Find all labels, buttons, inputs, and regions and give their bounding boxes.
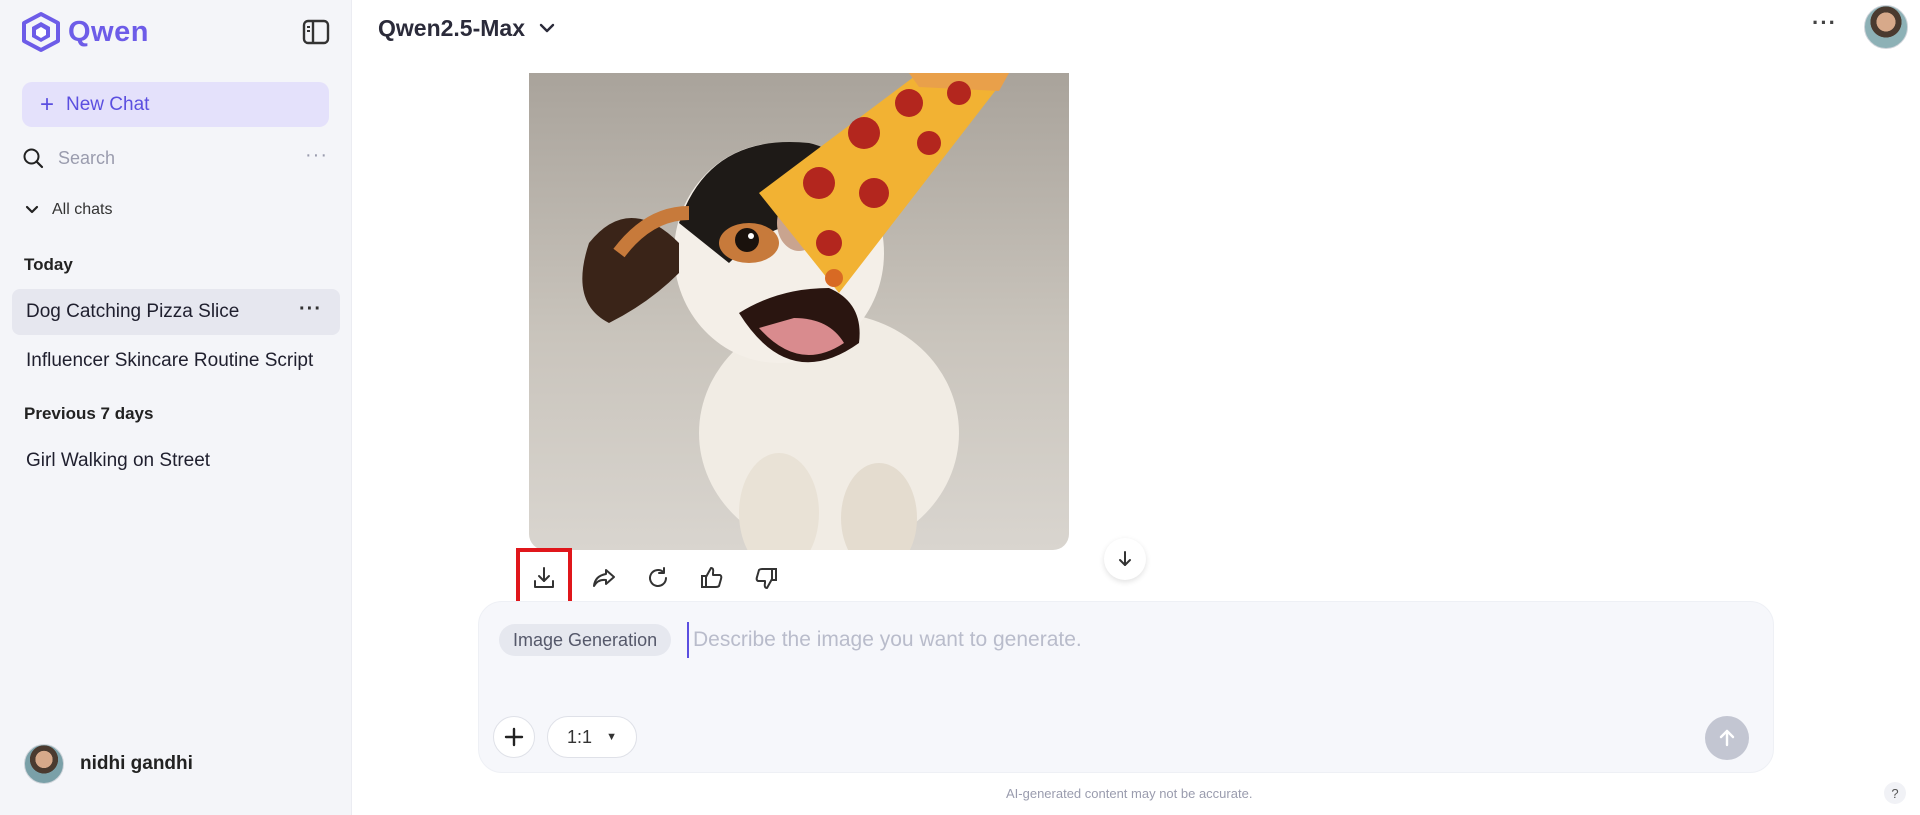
qwen-logo-icon [22,12,60,52]
share-button[interactable] [576,548,632,608]
share-icon [593,569,615,587]
new-chat-label: New Chat [66,93,150,115]
attach-button[interactable] [493,716,535,758]
regenerate-button[interactable] [630,548,686,608]
scroll-to-bottom-button[interactable] [1104,538,1146,580]
new-chat-button[interactable]: + New Chat [22,82,329,127]
download-button[interactable] [516,548,572,608]
header-avatar[interactable] [1864,5,1908,49]
aspect-ratio-select[interactable]: 1:1 ▼ [547,716,637,758]
chat-item-label: Dog Catching Pizza Slice [26,301,240,322]
group-label-today: Today [24,255,73,274]
user-profile[interactable]: nidhi gandhi [24,743,193,785]
search-more-icon[interactable]: ··· [305,144,328,167]
search-input[interactable] [56,146,276,170]
chat-item-influencer-skincare[interactable]: Influencer Skincare Routine Script [12,338,340,384]
avatar [24,744,64,784]
sidebar: Qwen + New Chat ··· All chats Today Do [0,0,352,815]
chevron-down-icon [539,23,555,33]
sidebar-toggle-button[interactable] [300,16,332,48]
model-selector[interactable]: Qwen2.5-Max [378,12,557,44]
all-chats-label: All chats [52,201,113,218]
search-icon [23,148,44,169]
regenerate-icon [649,567,667,587]
generated-image[interactable] [529,73,1069,550]
help-button[interactable]: ? [1884,782,1906,804]
chat-options-icon[interactable]: ··· [299,298,322,321]
dog-catching-pizza-image [582,73,1009,550]
plus-icon [504,727,524,747]
all-chats-toggle[interactable]: All chats [24,198,112,222]
logo-text: Qwen [68,15,149,48]
chat-item-label: Girl Walking on Street [26,450,211,471]
group-label-previous-7-days: Previous 7 days [24,404,154,423]
aspect-ratio-value: 1:1 [567,726,593,747]
search-row: ··· [22,144,332,172]
image-generation-chip[interactable]: Image Generation [499,624,672,656]
download-icon [534,567,554,588]
qwen-logo[interactable]: Qwen [20,10,149,54]
chevron-down-icon [25,205,39,214]
plus-icon: + [40,90,55,118]
arrow-down-icon [1119,551,1131,566]
chat-item-label: Influencer Skincare Routine Script [26,350,314,371]
chat-item-dog-catching-pizza[interactable]: Dog Catching Pizza Slice ··· [12,289,340,335]
ai-disclaimer: AI-generated content may not be accurate… [1006,786,1253,801]
prompt-input[interactable] [687,622,1747,658]
message-composer: Image Generation 1:1 ▼ [478,601,1774,773]
user-name: nidhi gandhi [80,753,193,774]
sidebar-panel-icon [302,19,330,45]
arrow-up-icon [1719,729,1735,747]
logo-row: Qwen [20,10,332,54]
thumbs-up-button[interactable] [684,548,740,608]
model-name: Qwen2.5-Max [378,14,525,41]
thumbs-up-icon [701,567,723,588]
thumbs-down-icon [755,568,777,589]
caret-down-icon: ▼ [606,731,617,743]
send-button[interactable] [1705,716,1749,760]
chat-item-girl-walking[interactable]: Girl Walking on Street [12,438,340,484]
more-options-icon[interactable]: ··· [1812,10,1837,36]
thumbs-down-button[interactable] [738,548,794,608]
